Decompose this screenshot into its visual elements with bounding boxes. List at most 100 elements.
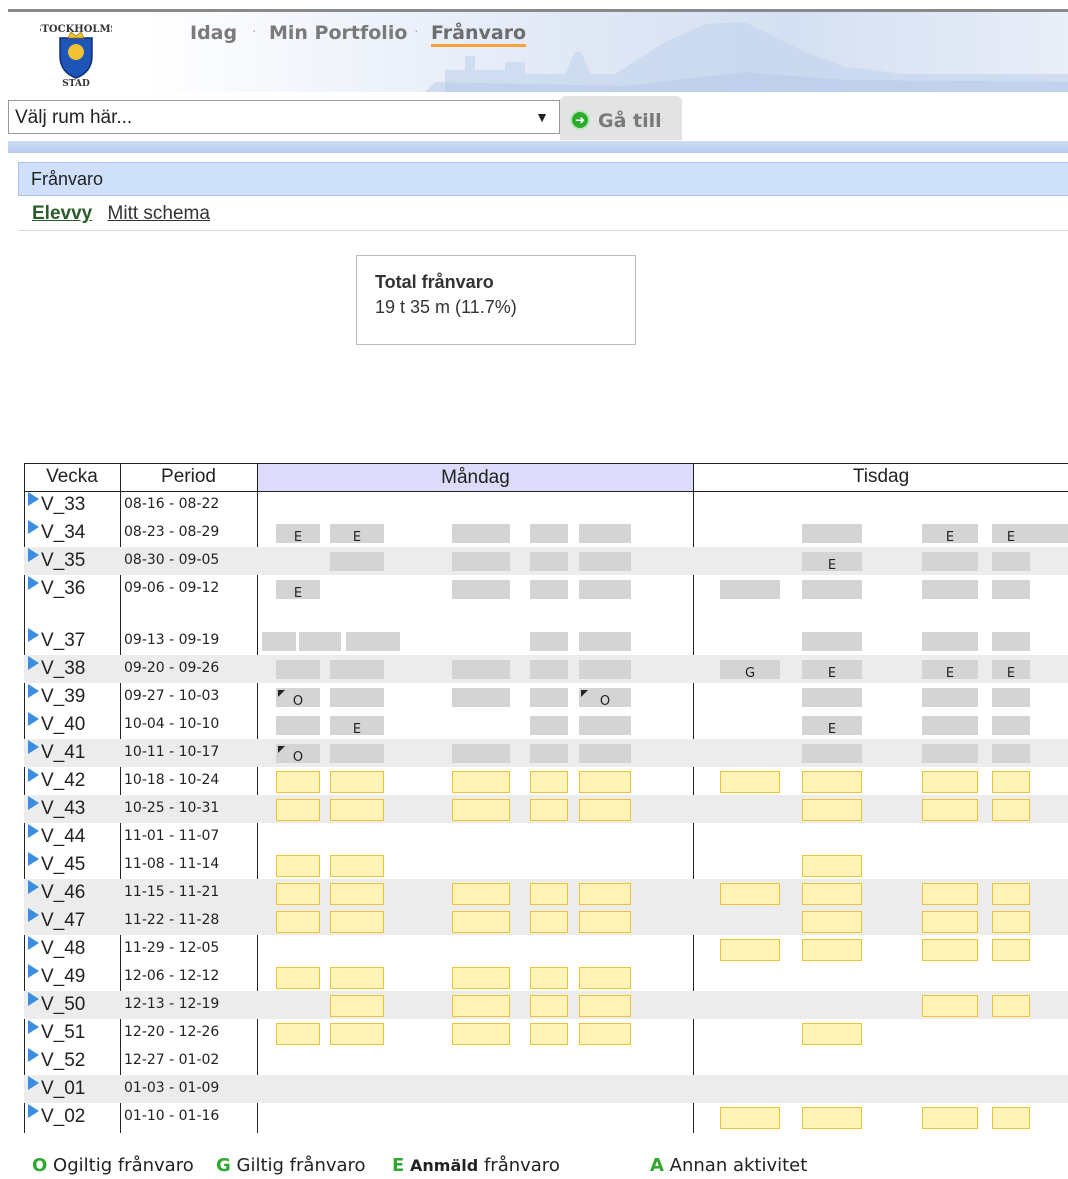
scheduled-lesson[interactable] <box>802 855 862 877</box>
scheduled-lesson[interactable] <box>579 799 631 821</box>
scheduled-lesson[interactable] <box>922 995 978 1017</box>
week-label[interactable]: V_37 <box>28 628 85 652</box>
expand-arrow-icon[interactable] <box>28 936 39 950</box>
past-lesson[interactable] <box>579 660 631 679</box>
scheduled-lesson[interactable] <box>802 799 862 821</box>
scheduled-lesson[interactable] <box>276 967 320 989</box>
scheduled-lesson[interactable] <box>452 995 510 1017</box>
scheduled-lesson[interactable] <box>276 1023 320 1045</box>
past-lesson[interactable] <box>330 552 384 571</box>
stockholms-stad-crest-icon[interactable]: STOCKHOLMS STAD <box>34 16 118 89</box>
week-label[interactable]: V_02 <box>28 1104 85 1128</box>
scheduled-lesson[interactable] <box>276 883 320 905</box>
scheduled-lesson[interactable] <box>530 1023 568 1045</box>
past-lesson[interactable] <box>530 716 568 735</box>
expand-arrow-icon[interactable] <box>28 964 39 978</box>
expand-arrow-icon[interactable] <box>28 824 39 838</box>
scheduled-lesson[interactable] <box>802 771 862 793</box>
mitt-schema-link[interactable]: Mitt schema <box>108 203 210 224</box>
past-lesson[interactable] <box>1030 524 1068 543</box>
scheduled-lesson[interactable] <box>330 1023 384 1045</box>
past-lesson[interactable] <box>802 632 862 651</box>
go-to-button[interactable]: ➜ Gå till <box>560 96 682 140</box>
scheduled-lesson[interactable] <box>330 911 384 933</box>
week-label[interactable]: V_01 <box>28 1076 85 1100</box>
week-label[interactable]: V_42 <box>28 768 85 792</box>
scheduled-lesson[interactable] <box>530 771 568 793</box>
past-lesson[interactable] <box>330 660 384 679</box>
scheduled-lesson[interactable] <box>330 855 384 877</box>
past-lesson[interactable] <box>452 524 510 543</box>
scheduled-lesson[interactable] <box>992 799 1030 821</box>
past-lesson[interactable]: O <box>276 744 320 765</box>
past-lesson[interactable] <box>530 552 568 571</box>
past-lesson[interactable] <box>530 524 568 543</box>
week-label[interactable]: V_51 <box>28 1020 85 1044</box>
nav-idag[interactable]: Idag <box>190 22 237 44</box>
scheduled-lesson[interactable] <box>530 995 568 1017</box>
expand-arrow-icon[interactable] <box>28 1076 39 1090</box>
past-lesson[interactable] <box>802 744 862 763</box>
past-lesson[interactable]: E <box>922 660 978 681</box>
scheduled-lesson[interactable] <box>530 967 568 989</box>
past-lesson[interactable] <box>579 580 631 599</box>
past-lesson[interactable] <box>579 632 631 651</box>
nav-min-portfolio[interactable]: Min Portfolio <box>269 22 407 44</box>
scheduled-lesson[interactable] <box>720 883 780 905</box>
past-lesson[interactable]: E <box>992 660 1030 681</box>
week-label[interactable]: V_48 <box>28 936 85 960</box>
past-lesson[interactable]: E <box>276 524 320 545</box>
nav-franvaro[interactable]: Frånvaro <box>431 22 527 47</box>
past-lesson[interactable] <box>299 632 341 651</box>
past-lesson[interactable] <box>330 688 384 707</box>
past-lesson[interactable] <box>992 744 1030 763</box>
elevvy-link[interactable]: Elevvy <box>32 203 92 224</box>
past-lesson[interactable] <box>992 716 1030 735</box>
past-lesson[interactable]: E <box>330 716 384 737</box>
past-lesson[interactable] <box>922 580 978 599</box>
week-label[interactable]: V_50 <box>28 992 85 1016</box>
past-lesson[interactable] <box>922 744 978 763</box>
scheduled-lesson[interactable] <box>922 799 978 821</box>
scheduled-lesson[interactable] <box>579 883 631 905</box>
past-lesson[interactable] <box>530 580 568 599</box>
scheduled-lesson[interactable] <box>992 911 1030 933</box>
past-lesson[interactable] <box>452 580 510 599</box>
past-lesson[interactable]: E <box>330 524 384 545</box>
past-lesson[interactable] <box>530 660 568 679</box>
past-lesson[interactable] <box>452 688 510 707</box>
past-lesson[interactable] <box>802 688 862 707</box>
past-lesson[interactable] <box>992 552 1030 571</box>
past-lesson[interactable]: E <box>802 552 862 573</box>
past-lesson[interactable] <box>922 552 978 571</box>
past-lesson[interactable]: E <box>922 524 978 545</box>
expand-arrow-icon[interactable] <box>28 656 39 670</box>
scheduled-lesson[interactable] <box>720 939 780 961</box>
scheduled-lesson[interactable] <box>992 939 1030 961</box>
past-lesson[interactable] <box>922 716 978 735</box>
scheduled-lesson[interactable] <box>276 911 320 933</box>
past-lesson[interactable] <box>802 524 862 543</box>
scheduled-lesson[interactable] <box>579 771 631 793</box>
scheduled-lesson[interactable] <box>579 911 631 933</box>
expand-arrow-icon[interactable] <box>28 576 39 590</box>
week-label[interactable]: V_36 <box>28 576 85 600</box>
expand-arrow-icon[interactable] <box>28 1048 39 1062</box>
expand-arrow-icon[interactable] <box>28 796 39 810</box>
week-label[interactable]: V_43 <box>28 796 85 820</box>
week-label[interactable]: V_49 <box>28 964 85 988</box>
past-lesson[interactable] <box>530 688 568 707</box>
past-lesson[interactable] <box>579 744 631 763</box>
past-lesson[interactable] <box>720 580 780 599</box>
scheduled-lesson[interactable] <box>992 1107 1030 1129</box>
scheduled-lesson[interactable] <box>330 995 384 1017</box>
expand-arrow-icon[interactable] <box>28 992 39 1006</box>
expand-arrow-icon[interactable] <box>28 520 39 534</box>
expand-arrow-icon[interactable] <box>28 1104 39 1118</box>
week-label[interactable]: V_52 <box>28 1048 85 1072</box>
past-lesson[interactable] <box>452 660 510 679</box>
past-lesson[interactable] <box>579 524 631 543</box>
past-lesson[interactable] <box>452 744 510 763</box>
past-lesson[interactable] <box>276 660 320 679</box>
past-lesson[interactable] <box>992 688 1030 707</box>
